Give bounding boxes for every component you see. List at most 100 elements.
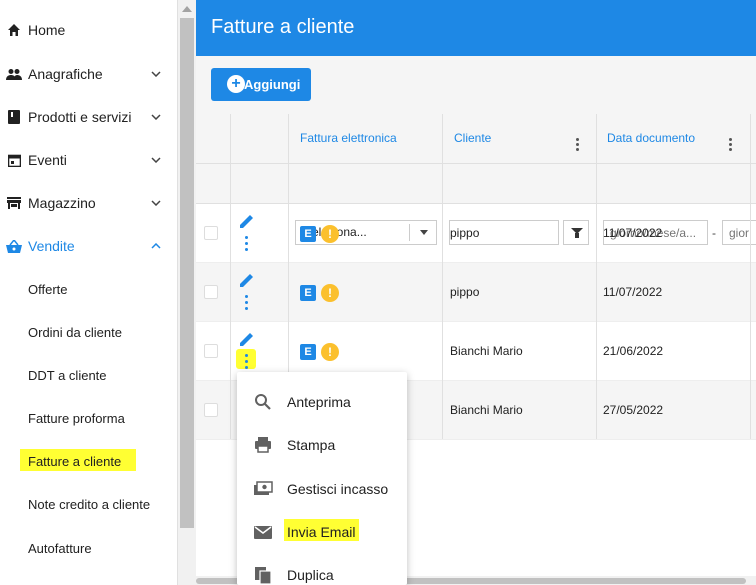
search-icon bbox=[253, 392, 273, 412]
warning-icon: ! bbox=[321, 225, 339, 243]
nav-item-home[interactable]: Home bbox=[0, 15, 178, 45]
sub-item-label: Autofatture bbox=[28, 540, 92, 556]
payment-icon bbox=[253, 479, 273, 499]
menu-item-stampa[interactable]: Stampa bbox=[237, 424, 407, 464]
chevron-down-icon bbox=[150, 111, 162, 123]
chevron-down-icon bbox=[150, 154, 162, 166]
column-divider bbox=[596, 114, 597, 439]
column-divider bbox=[442, 114, 443, 439]
calendar-icon bbox=[6, 152, 22, 168]
sub-item-label: Offerte bbox=[28, 281, 68, 297]
chevron-down-icon bbox=[150, 197, 162, 209]
nav-item-magazzino[interactable]: Magazzino bbox=[0, 188, 178, 218]
nav-item-label: Home bbox=[28, 22, 66, 38]
row-checkbox[interactable] bbox=[204, 226, 218, 240]
row-checkbox[interactable] bbox=[204, 285, 218, 299]
cliente-cell: pippo bbox=[450, 226, 480, 240]
column-menu-icon[interactable] bbox=[729, 138, 732, 152]
sub-item-proforma[interactable]: Fatture proforma bbox=[0, 403, 178, 433]
table-row: E ! pippo 11/07/2022 bbox=[196, 204, 756, 263]
sub-item-offerte[interactable]: Offerte bbox=[0, 274, 178, 304]
sub-item-ddt[interactable]: DDT a cliente bbox=[0, 360, 178, 390]
data-cell: 21/06/2022 bbox=[603, 344, 664, 358]
sub-item-label: Fatture a cliente bbox=[28, 453, 122, 469]
email-icon bbox=[253, 522, 273, 542]
print-icon bbox=[253, 435, 273, 455]
e-invoice-badge: E bbox=[300, 226, 316, 242]
column-divider bbox=[230, 114, 231, 439]
sidebar: Home Anagrafiche Prodotti e servizi Even… bbox=[0, 0, 178, 585]
menu-item-label: Duplica bbox=[287, 567, 334, 583]
sub-item-label: Fatture proforma bbox=[28, 410, 125, 426]
sub-item-label: Ordini da cliente bbox=[28, 324, 122, 340]
grid-filter-row: Seleziona... - bbox=[196, 164, 756, 245]
nav-item-eventi[interactable]: Eventi bbox=[0, 145, 178, 175]
column-header-cliente[interactable]: Cliente bbox=[454, 131, 491, 145]
cliente-cell: Bianchi Mario bbox=[450, 403, 523, 417]
data-cell: 11/07/2022 bbox=[603, 226, 663, 240]
sub-item-autofatture[interactable]: Autofatture bbox=[0, 533, 178, 563]
copy-icon bbox=[253, 565, 273, 585]
sidebar-scrollbar[interactable] bbox=[178, 0, 196, 585]
add-button[interactable]: + Aggiungi bbox=[211, 68, 311, 101]
edit-icon[interactable] bbox=[238, 330, 256, 348]
column-header-fattura-elettronica[interactable]: Fattura elettronica bbox=[300, 131, 397, 145]
menu-item-label: Stampa bbox=[287, 437, 336, 453]
column-header-data-documento[interactable]: Data documento bbox=[607, 131, 695, 145]
nav-item-label: Vendite bbox=[28, 238, 75, 254]
nav-item-vendite[interactable]: Vendite bbox=[0, 231, 178, 261]
nav-item-anagrafiche[interactable]: Anagrafiche bbox=[0, 59, 178, 89]
row-actions-icon[interactable] bbox=[245, 354, 249, 370]
nav-item-prodotti[interactable]: Prodotti e servizi bbox=[0, 102, 178, 132]
row-actions-icon[interactable] bbox=[245, 295, 249, 311]
edit-icon[interactable] bbox=[238, 212, 256, 230]
nav-item-label: Eventi bbox=[28, 152, 67, 168]
toolbar: + Aggiungi bbox=[196, 56, 756, 114]
menu-item-gestisci-incasso[interactable]: Gestisci incasso bbox=[237, 468, 407, 508]
nav-item-label: Magazzino bbox=[28, 195, 96, 211]
nav-item-label: Anagrafiche bbox=[28, 66, 103, 82]
scroll-up-arrow-icon[interactable] bbox=[182, 6, 192, 12]
menu-item-label: Gestisci incasso bbox=[287, 481, 389, 497]
menu-item-duplica[interactable]: Duplica bbox=[237, 554, 407, 585]
e-invoice-badge: E bbox=[300, 285, 316, 301]
sub-item-label: DDT a cliente bbox=[28, 367, 107, 383]
people-icon bbox=[6, 66, 22, 82]
sub-item-fatture-cliente[interactable]: Fatture a cliente bbox=[0, 446, 178, 476]
home-icon bbox=[6, 22, 22, 38]
column-menu-icon[interactable] bbox=[576, 138, 579, 152]
page-title: Fatture a cliente bbox=[211, 16, 355, 38]
scrollbar-thumb[interactable] bbox=[180, 18, 194, 528]
sub-item-ordini[interactable]: Ordini da cliente bbox=[0, 317, 178, 347]
sub-item-label: Note credito a cliente bbox=[28, 496, 151, 512]
row-checkbox[interactable] bbox=[204, 403, 218, 417]
page-header: Fatture a cliente bbox=[196, 0, 756, 56]
grid-header: Fattura elettronica Cliente Data documen… bbox=[196, 114, 756, 164]
warning-icon: ! bbox=[321, 343, 339, 361]
chevron-up-icon bbox=[150, 240, 162, 252]
sub-item-note-credito[interactable]: Note credito a cliente bbox=[0, 489, 178, 519]
book-icon bbox=[6, 109, 22, 125]
cliente-cell: pippo bbox=[450, 285, 480, 299]
menu-item-label: Invia Email bbox=[287, 524, 356, 540]
row-actions-icon[interactable] bbox=[245, 236, 249, 252]
plus-icon: + bbox=[227, 75, 245, 93]
row-checkbox[interactable] bbox=[204, 344, 218, 358]
nav-item-label: Prodotti e servizi bbox=[28, 109, 132, 125]
edit-icon[interactable] bbox=[238, 271, 256, 289]
add-button-label: Aggiungi bbox=[244, 77, 301, 92]
menu-item-anteprima[interactable]: Anteprima bbox=[237, 381, 407, 421]
cliente-cell: Bianchi Mario bbox=[450, 344, 523, 358]
data-cell: 27/05/2022 bbox=[603, 403, 664, 417]
menu-item-label: Anteprima bbox=[287, 394, 351, 410]
warning-icon: ! bbox=[321, 284, 339, 302]
basket-icon bbox=[6, 238, 22, 254]
data-cell: 11/07/2022 bbox=[603, 285, 663, 299]
menu-item-invia-email[interactable]: Invia Email bbox=[237, 511, 407, 551]
table-row: E ! pippo 11/07/2022 bbox=[196, 263, 756, 322]
column-divider bbox=[750, 114, 751, 439]
e-invoice-badge: E bbox=[300, 344, 316, 360]
store-icon bbox=[6, 195, 22, 211]
row-context-menu: Anteprima Stampa Gestisci incasso Invia … bbox=[237, 372, 407, 585]
chevron-down-icon bbox=[150, 68, 162, 80]
